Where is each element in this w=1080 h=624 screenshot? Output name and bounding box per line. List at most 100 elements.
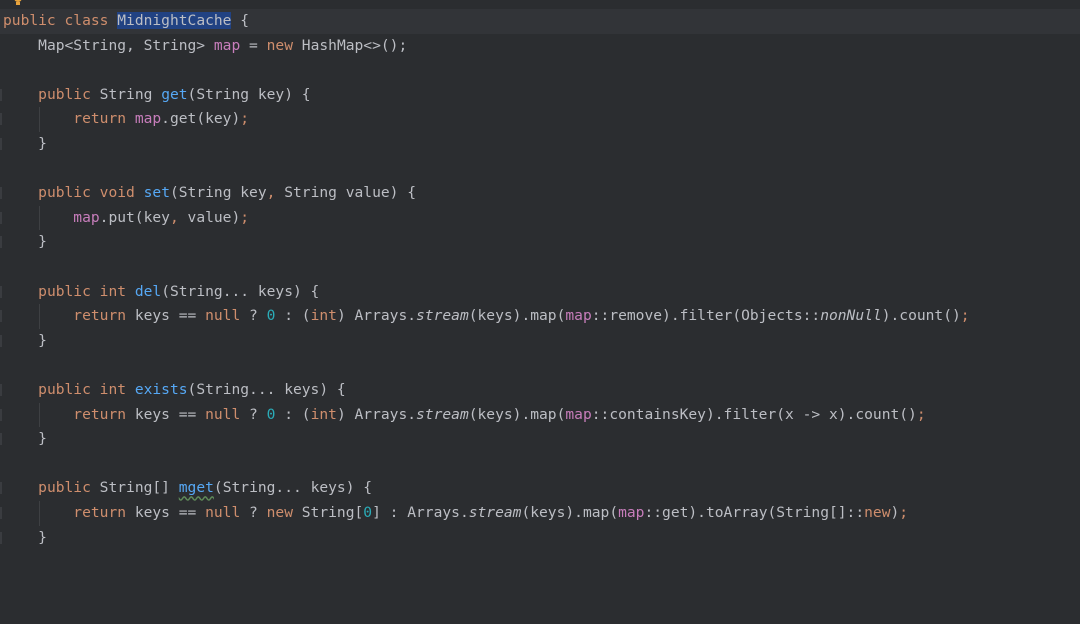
code-line-1[interactable]: public class MidnightCache { xyxy=(0,9,1080,34)
expr: : ( xyxy=(275,307,311,325)
expr: : ( xyxy=(275,405,311,423)
field: map xyxy=(565,307,592,325)
fold-marker[interactable] xyxy=(0,531,2,544)
code-line-20[interactable]: public String[] mget(String... keys) { xyxy=(0,476,1080,501)
semicolon: ; xyxy=(916,405,926,423)
code-line-5[interactable]: return map.get(key); xyxy=(0,107,1080,132)
keyword: return xyxy=(73,405,127,423)
class-name-selected[interactable]: MidnightCache xyxy=(117,12,232,29)
type: Map<String, String> xyxy=(38,36,206,54)
keyword: public xyxy=(38,381,91,398)
keyword: new xyxy=(266,36,293,54)
fold-marker[interactable] xyxy=(0,187,2,200)
keyword: public xyxy=(38,184,91,202)
lightbulb-icon[interactable] xyxy=(12,0,24,6)
expr: String[ xyxy=(292,504,364,521)
keyword: public xyxy=(3,12,56,29)
expr: ) Arrays. xyxy=(336,307,417,325)
keyword: return xyxy=(73,504,127,521)
code-line-18[interactable]: } xyxy=(0,427,1080,452)
params: (String... keys) { xyxy=(161,282,320,300)
fold-marker[interactable] xyxy=(0,285,2,298)
constructor: HashMap<>(); xyxy=(301,36,408,54)
field: map xyxy=(213,36,241,54)
fold-marker[interactable] xyxy=(0,384,2,396)
params: (String key) { xyxy=(187,85,311,103)
params: (String... keys) { xyxy=(213,479,373,497)
field: map xyxy=(134,110,162,128)
keyword: int xyxy=(310,405,337,423)
code-line-2[interactable]: Map<String, String> map = new HashMap<>(… xyxy=(0,34,1080,59)
method-name: mget xyxy=(178,479,214,497)
fold-marker[interactable] xyxy=(0,482,2,495)
brace: } xyxy=(38,331,47,349)
code-line-16[interactable]: public int exists(String... keys) { xyxy=(0,378,1080,403)
type: String xyxy=(99,85,153,103)
expr: ).count() xyxy=(881,307,961,325)
expr: keys == xyxy=(134,504,206,521)
static-method: stream xyxy=(416,307,469,325)
method-name: del xyxy=(134,282,162,300)
fold-marker[interactable] xyxy=(0,138,2,150)
expr: (keys).map( xyxy=(468,307,566,325)
code-line-6[interactable]: } xyxy=(0,132,1080,157)
keyword: int xyxy=(99,381,127,398)
static-method: nonNull xyxy=(820,307,882,325)
keyword: public xyxy=(38,479,91,497)
code-line-8[interactable]: public void set(String key, String value… xyxy=(0,181,1080,206)
static-method: stream xyxy=(468,504,522,521)
keyword: null xyxy=(205,504,241,521)
fold-marker[interactable] xyxy=(0,310,2,323)
expr: ::get).toArray(String[]:: xyxy=(644,504,865,521)
code-line-21[interactable]: return keys == null ? new String[0] : Ar… xyxy=(0,501,1080,526)
fold-marker[interactable] xyxy=(0,236,2,249)
code-line-10[interactable]: } xyxy=(0,230,1080,255)
comma: , xyxy=(169,208,179,226)
keyword: null xyxy=(205,307,241,325)
code-line-12[interactable]: public int del(String... keys) { xyxy=(0,280,1080,305)
brace: } xyxy=(38,430,47,448)
keyword: public xyxy=(38,282,91,300)
brace: } xyxy=(38,233,47,251)
semicolon: ; xyxy=(960,307,970,325)
expr: ? xyxy=(240,307,267,325)
semicolon: ; xyxy=(240,110,250,128)
expr: ) xyxy=(890,504,900,521)
fold-marker[interactable] xyxy=(0,334,2,347)
fold-marker[interactable] xyxy=(0,211,2,224)
expr: .put(key xyxy=(99,208,170,226)
static-method: stream xyxy=(416,405,469,423)
fold-marker[interactable] xyxy=(0,88,2,101)
fold-marker[interactable] xyxy=(0,113,2,126)
code-line-4[interactable]: public String get(String key) { xyxy=(0,83,1080,108)
expr: ? xyxy=(240,405,267,423)
keyword: new xyxy=(266,504,293,521)
expr: ? xyxy=(240,504,267,521)
expr: (keys).map( xyxy=(521,504,619,521)
code-line-22[interactable]: } xyxy=(0,526,1080,551)
fold-marker[interactable] xyxy=(0,433,2,446)
keyword: public xyxy=(38,85,91,103)
method-name: get xyxy=(161,85,188,103)
code-line-14[interactable]: } xyxy=(0,329,1080,354)
expr: ::remove).filter(Objects:: xyxy=(591,307,821,325)
keyword: null xyxy=(205,405,241,423)
brace: } xyxy=(38,528,47,546)
code-line-13[interactable]: return keys == null ? 0 : (int) Arrays.s… xyxy=(0,304,1080,329)
keyword: new xyxy=(864,504,891,521)
expr: ] : Arrays. xyxy=(372,504,469,521)
code-line-9[interactable]: map.put(key, value); xyxy=(0,205,1080,231)
code-line-17[interactable]: return keys == null ? 0 : (int) Arrays.s… xyxy=(0,402,1080,428)
keyword: return xyxy=(73,110,127,128)
fold-marker[interactable] xyxy=(0,408,2,421)
method-name: set xyxy=(143,184,170,202)
fold-marker[interactable] xyxy=(0,507,2,519)
params: (String key xyxy=(169,184,267,202)
semicolon: ; xyxy=(240,208,250,226)
operator: = xyxy=(249,36,258,54)
params: String value) { xyxy=(275,184,417,202)
code-editor[interactable]: public class MidnightCache { Map<String,… xyxy=(0,0,1080,556)
keyword: int xyxy=(310,307,337,325)
expr: .get(key) xyxy=(161,110,241,128)
keyword: void xyxy=(99,184,135,202)
